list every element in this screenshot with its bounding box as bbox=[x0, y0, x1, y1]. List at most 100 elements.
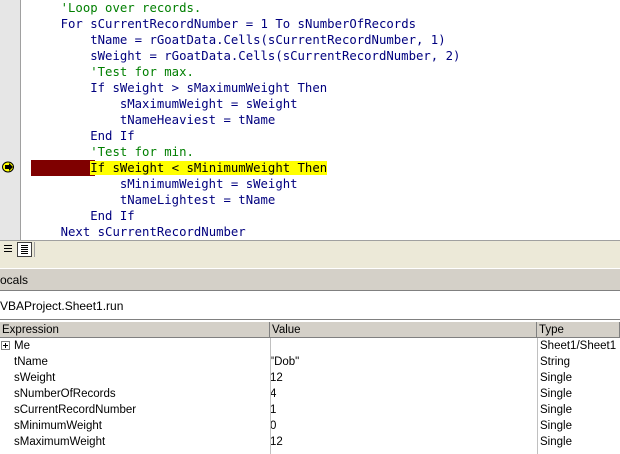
value-cell[interactable]: 0 bbox=[270, 418, 535, 434]
code-token: tName = rGoatData.Cells(sCurrentRecordNu… bbox=[90, 33, 446, 47]
code-line[interactable]: sMinimumWeight = sWeight bbox=[31, 176, 298, 192]
code-token: Next sCurrentRecordNumber bbox=[60, 225, 246, 239]
code-token: For bbox=[60, 17, 91, 31]
code-text: If sWeight > sMaximumWeight Then bbox=[90, 81, 327, 95]
code-token: sMaximumWeight = sWeight bbox=[119, 97, 298, 111]
code-line-current[interactable]: If sWeight < sMinimumWeight Then bbox=[31, 160, 328, 176]
code-token: End If bbox=[90, 129, 135, 143]
value-cell[interactable]: 4 bbox=[270, 386, 535, 402]
locals-context[interactable]: VBAProject.Sheet1.run bbox=[0, 290, 620, 320]
splitter[interactable] bbox=[0, 259, 620, 268]
code-text: End If bbox=[90, 209, 134, 223]
code-comment: 'Test for max. bbox=[90, 65, 194, 79]
locals-window-title: ocals bbox=[0, 268, 620, 291]
context-label: VBAProject.Sheet1.run bbox=[0, 299, 124, 313]
code-token: End If bbox=[90, 209, 135, 223]
code-line[interactable]: sMaximumWeight = sWeight bbox=[31, 96, 298, 112]
code-text: 'Test for max. bbox=[90, 65, 194, 79]
locals-row[interactable]: sMaximumWeight 12 Single bbox=[0, 434, 620, 450]
expression-cell: sWeight bbox=[14, 372, 56, 384]
code-text: For sCurrentRecordNumber = 1 To sNumberO… bbox=[61, 17, 416, 31]
locals-row[interactable]: tName "Dob" String bbox=[0, 354, 620, 370]
code-line[interactable]: End If bbox=[31, 208, 134, 224]
expression-cell: sMaximumWeight bbox=[14, 436, 106, 448]
code-text: sMaximumWeight = sWeight bbox=[120, 97, 298, 111]
code-token: tNameLightest = tName bbox=[119, 193, 276, 207]
expression-cell: tName bbox=[14, 356, 48, 368]
column-divider bbox=[537, 338, 538, 454]
procedure-view-icon[interactable] bbox=[1, 242, 16, 257]
expression-cell: sCurrentRecordNumber bbox=[14, 404, 137, 416]
current-statement-arrow-icon bbox=[2, 161, 14, 173]
type-cell: Sheet1/Sheet1 bbox=[540, 340, 617, 352]
value-cell[interactable] bbox=[270, 338, 535, 354]
type-cell: Single bbox=[540, 404, 572, 416]
code-line[interactable]: Next sCurrentRecordNumber bbox=[31, 224, 246, 240]
type-cell: Single bbox=[540, 372, 572, 384]
code-line[interactable]: 'Test for min. bbox=[31, 144, 194, 160]
code-line[interactable]: For sCurrentRecordNumber = 1 To sNumberO… bbox=[31, 16, 416, 32]
code-lines[interactable]: 'Loop over records. For sCurrentRecordNu… bbox=[31, 0, 620, 240]
locals-row[interactable]: Me Sheet1/Sheet1 bbox=[0, 338, 620, 354]
value-cell[interactable]: 12 bbox=[270, 434, 535, 450]
code-line[interactable]: tNameLightest = tName bbox=[31, 192, 275, 208]
code-text: End If bbox=[90, 129, 134, 143]
code-token: If sWeight > sMaximumWeight Then bbox=[90, 81, 328, 95]
code-token: sWeight = rGoatData.Cells(sCurrentRecord… bbox=[90, 49, 461, 63]
expression-cell: sMinimumWeight bbox=[14, 420, 102, 432]
locals-title-label: ocals bbox=[0, 273, 29, 287]
column-header-type[interactable]: Type bbox=[537, 322, 620, 338]
code-line[interactable]: End If bbox=[31, 128, 134, 144]
column-header-value[interactable]: Value bbox=[270, 322, 537, 338]
locals-row[interactable]: sNumberOfRecords 4 Single bbox=[0, 386, 620, 402]
type-cell: Single bbox=[540, 420, 572, 432]
code-line[interactable]: tName = rGoatData.Cells(sCurrentRecordNu… bbox=[31, 32, 445, 48]
code-line[interactable]: 'Test for max. bbox=[31, 64, 194, 80]
code-text: If sWeight < sMinimumWeight Then bbox=[90, 161, 328, 175]
code-token: To bbox=[275, 17, 291, 31]
locals-grid[interactable]: Expression Value Type Me Sheet1/Sheet1 tNa… bbox=[0, 322, 620, 454]
type-cell: Single bbox=[540, 388, 572, 400]
expression-cell: Me bbox=[14, 340, 30, 352]
code-editor[interactable]: 'Loop over records. For sCurrentRecordNu… bbox=[0, 0, 620, 240]
value-cell[interactable]: "Dob" bbox=[270, 354, 535, 370]
value-cell[interactable]: 12 bbox=[270, 370, 535, 386]
expand-plus-icon[interactable] bbox=[1, 341, 10, 350]
code-token: If sWeight < sMinimumWeight Then bbox=[90, 161, 328, 175]
full-module-view-icon[interactable] bbox=[17, 242, 32, 257]
locals-row[interactable]: sWeight 12 Single bbox=[0, 370, 620, 386]
locals-row[interactable]: sCurrentRecordNumber 1 Single bbox=[0, 402, 620, 418]
code-line[interactable]: 'Loop over records. bbox=[31, 0, 202, 16]
code-line[interactable]: sWeight = rGoatData.Cells(sCurrentRecord… bbox=[31, 48, 460, 64]
code-comment: 'Test for min. bbox=[90, 145, 194, 159]
code-line[interactable]: tNameHeaviest = tName bbox=[31, 112, 275, 128]
code-token: tNameHeaviest = tName bbox=[119, 113, 276, 127]
code-comment: 'Loop over records. bbox=[60, 1, 202, 15]
column-divider bbox=[270, 338, 271, 454]
margin-indicator-bar[interactable] bbox=[0, 0, 21, 240]
type-cell: Single bbox=[540, 436, 572, 448]
code-text: 'Loop over records. bbox=[61, 1, 202, 15]
code-token: sCurrentRecordNumber = 1 bbox=[90, 17, 276, 31]
code-text: tNameLightest = tName bbox=[120, 193, 275, 207]
horizontal-scrollbar[interactable] bbox=[34, 242, 620, 257]
locals-row[interactable]: sMinimumWeight 0 Single bbox=[0, 418, 620, 434]
value-cell[interactable]: 1 bbox=[270, 402, 535, 418]
code-text: tName = rGoatData.Cells(sCurrentRecordNu… bbox=[90, 33, 445, 47]
code-token: sNumberOfRecords bbox=[290, 17, 417, 31]
code-line[interactable]: If sWeight > sMaximumWeight Then bbox=[31, 80, 327, 96]
column-header-expression[interactable]: Expression bbox=[0, 322, 270, 338]
code-token: sMinimumWeight = sWeight bbox=[119, 177, 298, 191]
